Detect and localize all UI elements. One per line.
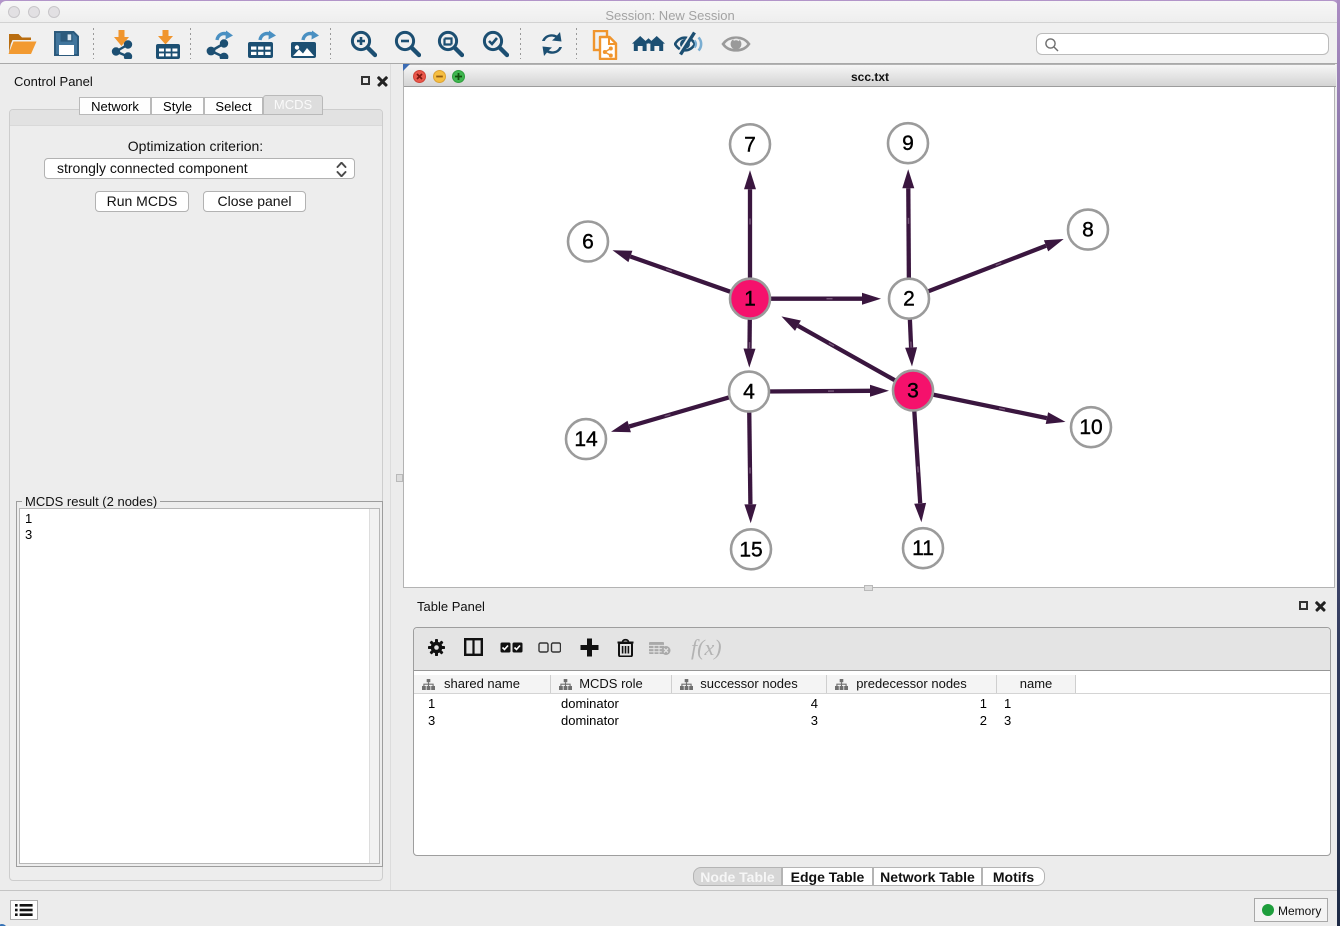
svg-text:6: 6 [582, 231, 594, 254]
svg-text:2: 2 [903, 288, 915, 311]
svg-text:15: 15 [739, 538, 762, 561]
svg-text:3: 3 [907, 380, 919, 403]
svg-text:1: 1 [744, 288, 756, 311]
svg-text:8: 8 [1082, 219, 1094, 242]
svg-text:11: 11 [912, 537, 934, 560]
svg-text:9: 9 [902, 132, 914, 155]
svg-text:10: 10 [1079, 416, 1102, 439]
svg-text:14: 14 [574, 428, 598, 451]
svg-text:7: 7 [744, 133, 756, 156]
svg-text:4: 4 [743, 381, 755, 404]
